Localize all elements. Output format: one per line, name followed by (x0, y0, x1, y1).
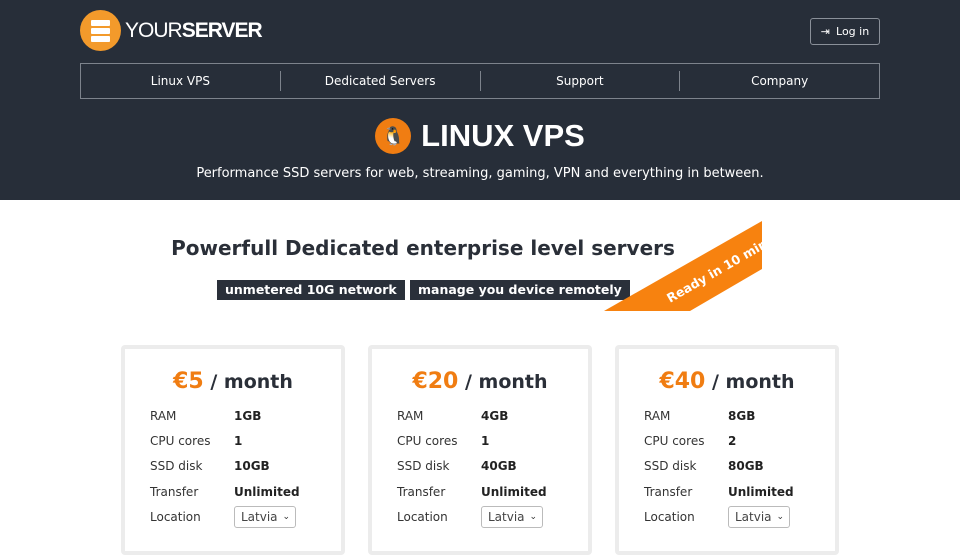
plan-price: €40 / month (619, 369, 835, 394)
brand-light: YOUR (125, 18, 183, 42)
chevron-down-icon: ⌄ (282, 511, 290, 522)
nav-dedicated-servers[interactable]: Dedicated Servers (281, 71, 481, 91)
login-icon: ⇥ (820, 25, 831, 38)
price-period: / month (465, 371, 548, 393)
spec-row-location: Location Latvia ⌄ (619, 504, 835, 529)
location-select[interactable]: Latvia ⌄ (728, 505, 790, 528)
login-label: Log in (836, 25, 870, 38)
spec-value: 1 (234, 433, 243, 448)
plan-price: €5 / month (125, 369, 341, 394)
spec-value: Unlimited (234, 484, 300, 499)
plan-card: €20 / month RAM 4GB CPU cores 1 SSD disk 40GB… (368, 345, 592, 555)
location-value: Latvia (241, 509, 278, 524)
location-select[interactable]: Latvia ⌄ (481, 505, 543, 528)
spec-value: 4GB (481, 408, 509, 423)
spec-row-ssd: SSD disk 10GB (125, 454, 341, 479)
spec-value: 80GB (728, 459, 764, 474)
spec-row-location: Location Latvia ⌄ (125, 504, 341, 529)
spec-row-cpu: CPU cores 2 (619, 428, 835, 453)
nav-support[interactable]: Support (481, 71, 681, 91)
spec-label: RAM (644, 408, 671, 423)
spec-value: 2 (728, 433, 737, 448)
hero-subtitle: Performance SSD servers for web, streami… (196, 166, 764, 181)
main-nav: Linux VPS Dedicated Servers Support Comp… (80, 63, 880, 99)
spec-value: Unlimited (481, 484, 547, 499)
spec-label: RAM (397, 408, 424, 423)
brand-bold: SERVER (181, 18, 263, 42)
price-period: / month (210, 371, 293, 393)
spec-label: CPU cores (644, 433, 705, 448)
spec-label: Location (644, 509, 695, 524)
price-amount: €20 (412, 369, 459, 394)
header: YOURSERVER ⇥ Log in Linux VPS Dedicated … (0, 0, 960, 200)
spec-label: RAM (150, 408, 177, 423)
spec-row-ssd: SSD disk 80GB (619, 454, 835, 479)
spec-row-cpu: CPU cores 1 (125, 428, 341, 453)
page-title: LINUX VPS (421, 118, 585, 153)
spec-label: Transfer (644, 484, 693, 499)
spec-row-ssd: SSD disk 40GB (372, 454, 588, 479)
login-button[interactable]: ⇥ Log in (810, 18, 880, 45)
nav-company[interactable]: Company (680, 71, 879, 91)
brand-name: YOURSERVER (125, 18, 263, 43)
spec-row-transfer: Transfer Unlimited (619, 479, 835, 504)
location-value: Latvia (488, 509, 525, 524)
spec-row-transfer: Transfer Unlimited (372, 479, 588, 504)
linux-penguin-icon: 🐧 (375, 118, 412, 154)
spec-value: 40GB (481, 459, 517, 474)
spec-label: CPU cores (397, 433, 458, 448)
spec-row-transfer: Transfer Unlimited (125, 479, 341, 504)
spec-label: SSD disk (644, 459, 697, 474)
nav-linux-vps[interactable]: Linux VPS (81, 71, 281, 91)
server-icon (80, 10, 121, 51)
spec-label: Transfer (397, 484, 446, 499)
hero-title: 🐧 LINUX VPS (0, 118, 960, 154)
spec-row-ram: RAM 1GB (125, 403, 341, 428)
spec-label: CPU cores (150, 433, 211, 448)
spec-value: 8GB (728, 408, 756, 423)
spec-label: Transfer (150, 484, 199, 499)
spec-row-location: Location Latvia ⌄ (372, 504, 588, 529)
spec-value: 1 (481, 433, 490, 448)
spec-row-cpu: CPU cores 1 (372, 428, 588, 453)
spec-value: Unlimited (728, 484, 794, 499)
ready-ribbon: Ready in 10 min (604, 221, 762, 311)
spec-label: Location (150, 509, 201, 524)
location-value: Latvia (735, 509, 772, 524)
plan-price: €20 / month (372, 369, 588, 394)
spec-label: SSD disk (150, 459, 203, 474)
chevron-down-icon: ⌄ (776, 511, 784, 522)
promo-tag-remote: manage you device remotely (410, 280, 630, 300)
spec-value: 1GB (234, 408, 262, 423)
spec-row-ram: RAM 8GB (619, 403, 835, 428)
spec-label: Location (397, 509, 448, 524)
price-amount: €40 (659, 369, 706, 394)
spec-value: 10GB (234, 459, 270, 474)
chevron-down-icon: ⌄ (529, 511, 537, 522)
plan-card: €5 / month RAM 1GB CPU cores 1 SSD disk 10GB T… (121, 345, 345, 555)
promo-tag-network: unmetered 10G network (217, 280, 405, 300)
plan-card: €40 / month RAM 8GB CPU cores 2 SSD disk 80GB… (615, 345, 839, 555)
spec-row-ram: RAM 4GB (372, 403, 588, 428)
logo[interactable]: YOURSERVER (80, 10, 263, 51)
location-select[interactable]: Latvia ⌄ (234, 505, 296, 528)
price-amount: €5 (173, 369, 204, 394)
price-period: / month (712, 371, 795, 393)
spec-label: SSD disk (397, 459, 450, 474)
